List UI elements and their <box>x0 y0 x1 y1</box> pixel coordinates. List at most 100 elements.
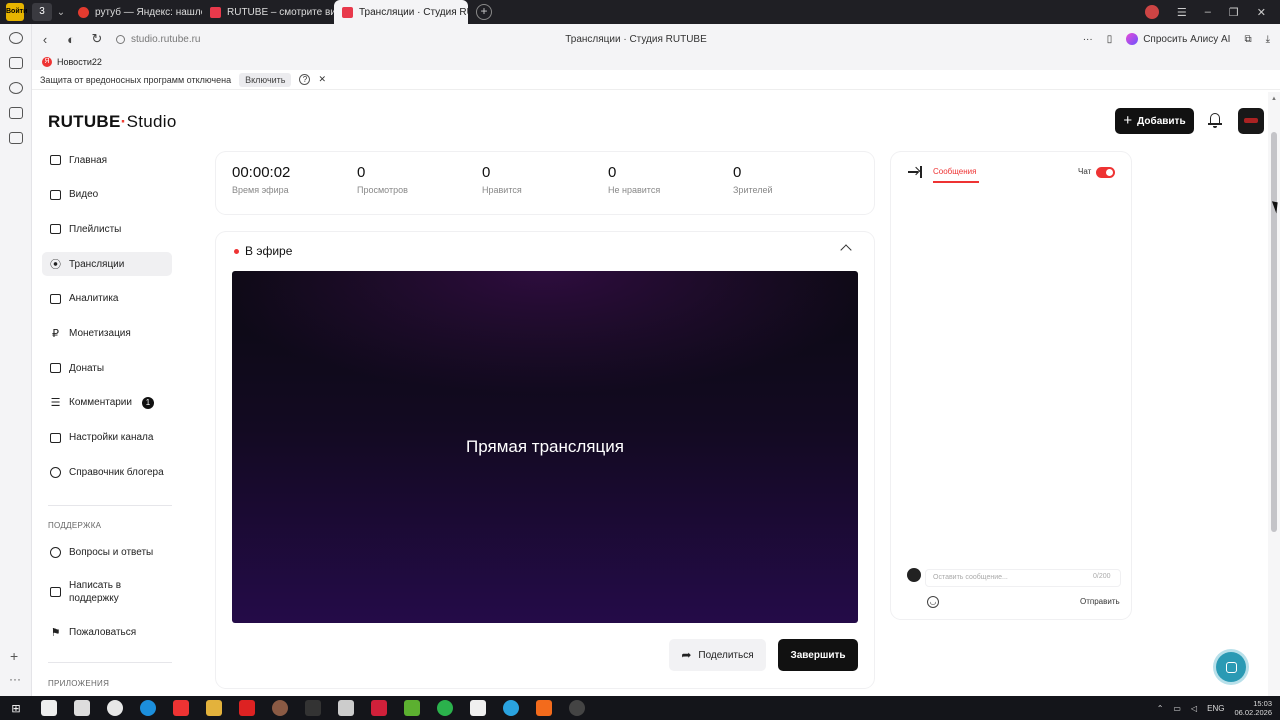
sidebar-item-broadcasts[interactable]: ⦿ Трансляции <box>42 252 172 277</box>
share-button[interactable]: ➦ Поделиться <box>669 639 766 671</box>
edge-icon[interactable] <box>139 700 156 716</box>
active-tab-underline <box>933 181 979 183</box>
notes-icon[interactable] <box>9 107 23 119</box>
yandex-login-button[interactable]: Войти <box>0 0 30 24</box>
more-dots-icon[interactable]: ··· <box>1083 34 1093 45</box>
screenshot-icon[interactable] <box>9 132 23 144</box>
play-icon[interactable] <box>9 82 23 94</box>
windows-start-icon[interactable]: ⊞ <box>0 702 32 715</box>
tabs-icon[interactable]: ⧉ <box>1244 34 1251 45</box>
maximize-icon[interactable]: ❐ <box>1229 6 1239 19</box>
network-icon[interactable]: ▭ <box>1173 704 1181 713</box>
app-spotify-icon[interactable] <box>436 700 453 716</box>
new-tab-button[interactable]: + <box>476 4 492 20</box>
download-icon[interactable]: ⤓ <box>1266 34 1270 45</box>
app-dark-icon[interactable] <box>304 700 321 716</box>
comment-icon: ☰ <box>50 397 61 410</box>
more-icon[interactable]: ··· <box>9 672 21 686</box>
sidebar-item-write-support[interactable]: Написать в поддержку <box>42 579 172 605</box>
video-icon <box>49 188 62 201</box>
sidebar-item-blogger-guide[interactable]: Справочник блогера <box>42 460 172 484</box>
page-scrollbar[interactable]: ▲ <box>1268 92 1280 696</box>
bookmark-news[interactable]: Новости22 <box>57 57 102 67</box>
reload-icon[interactable]: ↻ <box>84 31 110 47</box>
yandex-icon[interactable] <box>172 700 189 716</box>
close-window-icon[interactable]: ✕ <box>1257 6 1266 19</box>
app-green-icon[interactable] <box>403 700 420 716</box>
sidebar-item-channel-settings[interactable]: Настройки канала <box>42 426 172 450</box>
donate-icon <box>49 362 62 375</box>
add-button[interactable]: + Добавить <box>1115 108 1194 134</box>
send-button[interactable]: Отправить <box>1080 597 1120 606</box>
channel-avatar[interactable] <box>1238 108 1264 134</box>
sidebar-item-home[interactable]: Главная <box>42 148 172 172</box>
collapse-chat-icon[interactable] <box>908 166 922 178</box>
app-red-icon[interactable] <box>238 700 255 716</box>
scrollbar-thumb[interactable] <box>1271 132 1277 532</box>
app-obs-icon[interactable] <box>568 700 585 716</box>
studio-sidebar: Главная Видео Плейлисты ⦿ Трансляции Ана… <box>42 148 172 495</box>
menu-icon[interactable]: ☰ <box>1177 6 1187 19</box>
sidebar-item-monetization[interactable]: ₽ Монетизация <box>42 321 172 345</box>
browser-tab-studio[interactable]: Трансляции · Студия RUTUBE ✕ <box>334 0 468 24</box>
app-orange-icon[interactable] <box>535 700 552 716</box>
language-indicator[interactable]: ENG <box>1207 704 1224 713</box>
rutube-studio-logo[interactable]: RUTUBE·Studio <box>48 112 177 132</box>
reader-icon[interactable]: ◐ <box>58 32 84 47</box>
add-label: Добавить <box>1137 115 1186 127</box>
back-icon[interactable]: ‹ <box>32 32 58 47</box>
chevron-down-icon[interactable]: ⌄ <box>52 7 70 18</box>
stat-value: 0 <box>608 164 617 181</box>
sidebar-item-analytics[interactable]: Аналитика <box>42 287 172 311</box>
stat-likes: 0 Нравится <box>482 164 522 195</box>
site-info-icon[interactable] <box>116 34 125 44</box>
app-gear-icon[interactable] <box>337 700 354 716</box>
volume-icon[interactable]: ◁ <box>1191 704 1197 713</box>
minimize-icon[interactable]: – <box>1205 6 1211 18</box>
bookmark-icon[interactable]: ▯ <box>1107 34 1113 45</box>
tab-messages[interactable]: Сообщения <box>933 167 976 176</box>
scroll-up-icon[interactable]: ▲ <box>1271 96 1277 102</box>
app-brown-icon[interactable] <box>271 700 288 716</box>
sidebar-item-report[interactable]: ⚑ Пожаловаться <box>42 626 172 639</box>
notifications-bell-icon[interactable] <box>1208 113 1222 128</box>
sidebar-item-comments[interactable]: ☰ Комментарии 1 <box>42 391 172 415</box>
browser-tab-rutube[interactable]: RUTUBE – смотрите видео <box>202 0 334 24</box>
document-icon[interactable] <box>73 700 90 716</box>
chat-toggle[interactable] <box>1096 167 1115 178</box>
sidebar-item-faq[interactable]: Вопросы и ответы <box>42 546 172 559</box>
sidebar-item-video[interactable]: Видео <box>42 183 172 207</box>
yandex-news-icon: Я <box>42 57 52 67</box>
url-field[interactable]: studio.rutube.ru <box>116 34 476 45</box>
emoji-icon[interactable]: ◡ <box>927 596 939 608</box>
sidebar-item-playlists[interactable]: Плейлисты <box>42 217 172 241</box>
enable-protection-button[interactable]: Включить <box>239 72 292 87</box>
ask-alice-button[interactable]: Спросить Алису AI <box>1126 33 1230 45</box>
sidebar-item-label: Видео <box>69 189 99 201</box>
live-video-player[interactable]: Прямая трансляция <box>232 271 858 623</box>
question-icon[interactable]: ? <box>299 74 311 85</box>
profile-avatar-icon[interactable] <box>1144 5 1159 19</box>
finish-broadcast-button[interactable]: Завершить <box>778 639 858 671</box>
yandex-browser-icon[interactable] <box>106 700 123 716</box>
tray-chevron-icon[interactable]: ⌃ <box>1157 704 1164 713</box>
chevron-up-icon[interactable] <box>840 244 852 256</box>
stat-label: Нравится <box>482 185 522 195</box>
sidebar-item-label: Вопросы и ответы <box>69 547 154 558</box>
close-icon[interactable]: ✕ <box>318 74 326 85</box>
system-clock[interactable]: 15:03 06.02.2026 <box>1234 699 1272 717</box>
history-icon[interactable] <box>9 32 23 44</box>
notepad-icon[interactable] <box>469 700 486 716</box>
file-icon[interactable] <box>40 700 57 716</box>
clock-time: 15:03 <box>1253 699 1272 708</box>
support-chat-button[interactable] <box>1216 652 1246 682</box>
browser-tab-search[interactable]: рутуб — Яндекс: нашлось <box>70 0 202 24</box>
folder-icon[interactable] <box>205 700 222 716</box>
tab-counter[interactable]: 3 <box>32 3 52 21</box>
telegram-icon[interactable] <box>502 700 519 716</box>
app-vivaldi-icon[interactable] <box>370 700 387 716</box>
chat-message-input[interactable]: Оставить сообщение... <box>925 569 1121 587</box>
sidebar-item-donates[interactable]: Донаты <box>42 356 172 380</box>
add-panel-icon[interactable]: + <box>10 648 18 664</box>
collections-icon[interactable] <box>9 57 23 69</box>
